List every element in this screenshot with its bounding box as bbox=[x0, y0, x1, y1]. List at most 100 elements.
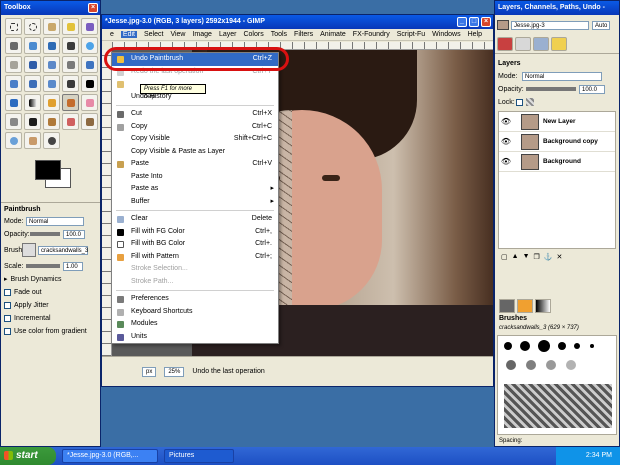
text-tool[interactable] bbox=[81, 75, 98, 92]
menu-item-modules[interactable]: Modules bbox=[112, 318, 278, 331]
tab-channels[interactable] bbox=[515, 37, 531, 51]
brush-swatch[interactable] bbox=[526, 360, 536, 370]
align-tool[interactable] bbox=[43, 56, 60, 73]
foreground-color-swatch[interactable] bbox=[35, 160, 61, 180]
pencil-tool[interactable] bbox=[43, 94, 60, 111]
brush-swatch[interactable] bbox=[520, 341, 530, 351]
menu-help[interactable]: Help bbox=[468, 31, 482, 38]
flip-tool[interactable] bbox=[62, 75, 79, 92]
texture-brushes[interactable] bbox=[504, 384, 612, 428]
menu-item-clear[interactable]: Clear Delete bbox=[112, 213, 278, 226]
dodge-burn-tool[interactable] bbox=[43, 132, 60, 149]
brush-swatch[interactable] bbox=[574, 343, 580, 349]
smudge-tool[interactable] bbox=[24, 132, 41, 149]
perspective-clone-tool[interactable] bbox=[81, 113, 98, 130]
menu-colors[interactable]: Colors bbox=[243, 31, 263, 38]
menu-view[interactable]: View bbox=[170, 31, 185, 38]
brush-swatch[interactable] bbox=[504, 342, 512, 350]
menu-filters[interactable]: Filters bbox=[294, 31, 313, 38]
layer-row[interactable]: 👁 New Layer bbox=[499, 112, 615, 132]
taskbar-gimp-window[interactable]: *Jesse.jpg-3.0 (RGB,... bbox=[62, 449, 158, 463]
shear-tool[interactable] bbox=[24, 75, 41, 92]
tab-gradients[interactable] bbox=[535, 299, 551, 313]
anchor-layer-icon[interactable]: ⚓ bbox=[544, 253, 553, 261]
minimize-icon[interactable]: _ bbox=[457, 17, 467, 27]
menu-item-keyboard-shortcuts[interactable]: Keyboard Shortcuts bbox=[112, 306, 278, 319]
delete-layer-icon[interactable]: ✕ bbox=[557, 253, 563, 261]
perspective-tool[interactable] bbox=[43, 75, 60, 92]
layer-row[interactable]: 👁 Background copy bbox=[499, 132, 615, 152]
close-icon[interactable]: × bbox=[88, 3, 98, 13]
brush-dynamics-expander[interactable]: Brush Dynamics bbox=[11, 276, 62, 283]
zoom-dropdown[interactable]: 25% bbox=[164, 366, 185, 377]
visibility-eye-icon[interactable]: 👁 bbox=[499, 157, 513, 166]
menu-item-paste[interactable]: Paste Ctrl+V bbox=[112, 158, 278, 171]
menu-image[interactable]: Image bbox=[192, 31, 211, 38]
menu-item-fill-bg[interactable]: Fill with BG Color Ctrl+. bbox=[112, 238, 278, 251]
color-picker-tool[interactable] bbox=[62, 37, 79, 54]
rect-select-tool[interactable] bbox=[5, 18, 22, 35]
menu-animate[interactable]: Animate bbox=[320, 31, 346, 38]
expander-icon[interactable]: ▸ bbox=[4, 275, 8, 283]
tab-brushes[interactable] bbox=[499, 299, 515, 313]
zoom-tool[interactable] bbox=[81, 37, 98, 54]
menu-select[interactable]: Select bbox=[144, 31, 163, 38]
scale-slider[interactable] bbox=[26, 264, 60, 268]
layer-mode-dropdown[interactable]: Normal bbox=[522, 71, 602, 81]
layer-row[interactable]: 👁 Background bbox=[499, 152, 615, 172]
menu-item-preferences[interactable]: Preferences bbox=[112, 293, 278, 306]
visibility-eye-icon[interactable]: 👁 bbox=[499, 117, 513, 126]
lower-layer-icon[interactable]: ▼ bbox=[523, 253, 530, 261]
duplicate-layer-icon[interactable]: ❐ bbox=[534, 253, 540, 261]
close-icon[interactable]: × bbox=[481, 17, 491, 27]
foreground-select-tool[interactable] bbox=[24, 37, 41, 54]
menu-item-buffer[interactable]: Buffer ▸ bbox=[112, 196, 278, 209]
toolbox-titlebar[interactable]: Toolbox × bbox=[1, 1, 100, 15]
menu-file[interactable]: e bbox=[110, 31, 114, 38]
blend-tool[interactable] bbox=[24, 94, 41, 111]
incremental-checkbox[interactable] bbox=[4, 314, 11, 322]
menu-item-copy-visible[interactable]: Copy Visible Shift+Ctrl+C bbox=[112, 133, 278, 146]
menu-item-stroke-path[interactable]: Stroke Path... bbox=[112, 276, 278, 289]
menu-item-copy-visible-paste-layer[interactable]: Copy Visible & Paste as Layer bbox=[112, 146, 278, 159]
opacity-input[interactable]: 100.0 bbox=[63, 229, 85, 239]
image-window-titlebar[interactable]: *Jesse.jpg-3.0 (RGB, 3 layers) 2592x1944… bbox=[102, 15, 493, 29]
brush-swatch[interactable] bbox=[506, 360, 516, 370]
heal-tool[interactable] bbox=[62, 113, 79, 130]
move-tool[interactable] bbox=[24, 56, 41, 73]
layer-opacity-slider[interactable] bbox=[526, 87, 576, 91]
unit-dropdown[interactable]: px bbox=[142, 366, 157, 377]
tab-paths[interactable] bbox=[533, 37, 549, 51]
lock-alpha-icon[interactable] bbox=[526, 98, 534, 106]
ink-tool[interactable] bbox=[24, 113, 41, 130]
taskbar-pictures-window[interactable]: Pictures bbox=[164, 449, 234, 463]
new-layer-icon[interactable]: ▢ bbox=[501, 253, 508, 261]
raise-layer-icon[interactable]: ▲ bbox=[512, 253, 519, 261]
paths-tool[interactable] bbox=[43, 37, 60, 54]
rotate-tool[interactable] bbox=[81, 56, 98, 73]
ellipse-select-tool[interactable] bbox=[24, 18, 41, 35]
menu-edit[interactable]: Edit bbox=[120, 31, 137, 38]
menu-fx-foundry[interactable]: FX-Foundry bbox=[353, 31, 390, 38]
layers-dock-titlebar[interactable]: Layers, Channels, Paths, Undo - bbox=[495, 1, 619, 15]
fade-out-checkbox[interactable] bbox=[4, 288, 11, 296]
free-select-tool[interactable] bbox=[43, 18, 60, 35]
gradient-color-checkbox[interactable] bbox=[4, 327, 11, 335]
menu-item-units[interactable]: Units bbox=[112, 331, 278, 344]
brushes-grid[interactable] bbox=[497, 335, 617, 435]
airbrush-tool[interactable] bbox=[5, 113, 22, 130]
brush-swatch[interactable] bbox=[566, 360, 576, 370]
scale-tool[interactable] bbox=[5, 75, 22, 92]
menu-windows[interactable]: Windows bbox=[432, 31, 460, 38]
menu-item-fill-pattern[interactable]: Fill with Pattern Ctrl+; bbox=[112, 251, 278, 264]
bucket-fill-tool[interactable] bbox=[5, 94, 22, 111]
apply-jitter-checkbox[interactable] bbox=[4, 301, 11, 309]
crop-tool[interactable] bbox=[62, 56, 79, 73]
visibility-eye-icon[interactable]: 👁 bbox=[499, 137, 513, 146]
lock-pixels-checkbox[interactable] bbox=[516, 98, 523, 106]
menu-item-stroke-selection[interactable]: Stroke Selection... bbox=[112, 263, 278, 276]
tab-layers[interactable] bbox=[497, 37, 513, 51]
brush-swatch[interactable] bbox=[538, 340, 550, 352]
mode-dropdown[interactable]: Normal bbox=[26, 216, 84, 226]
menu-item-paste-as[interactable]: Paste as ▸ bbox=[112, 183, 278, 196]
